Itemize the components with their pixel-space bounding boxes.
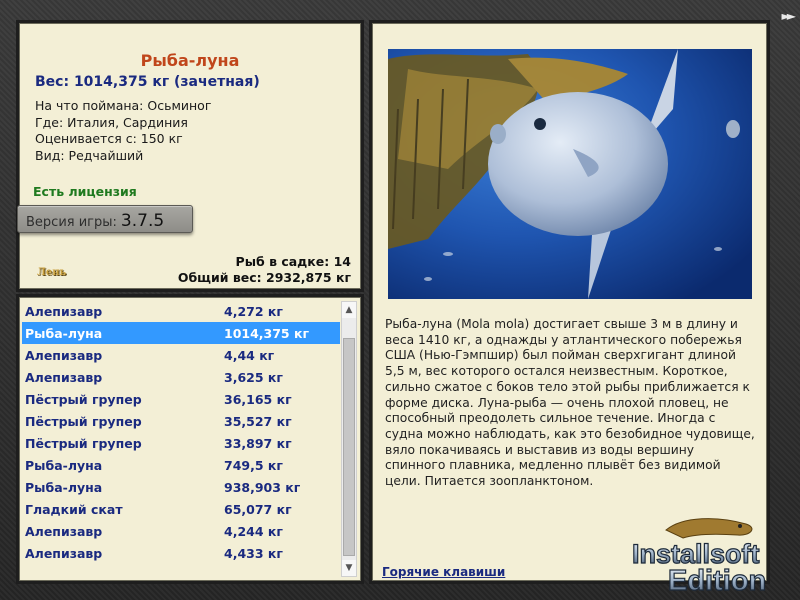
catch-list-scrollbar[interactable]: ▲ ▼ <box>341 301 357 577</box>
catch-fish-name: Алепизавр <box>25 523 103 539</box>
catch-fish-weight: 35,527 кг <box>224 413 292 429</box>
catch-list: Алепизавр 4,272 кг Рыба-луна 1014,375 кг Але… <box>22 300 340 564</box>
catch-list-row[interactable]: Алепизавр 3,625 кг <box>22 366 340 388</box>
studio-logo: Лень <box>37 267 67 278</box>
catch-fish-name: Рыба-луна <box>25 457 103 473</box>
catch-fish-name: Рыба-луна <box>25 325 103 341</box>
catch-fish-weight: 4,272 кг <box>224 303 283 319</box>
catch-fish-weight: 36,165 кг <box>224 391 292 407</box>
catch-list-row[interactable]: Пёстрый групер 35,527 кг <box>22 410 340 432</box>
catch-fish-weight: 65,077 кг <box>224 501 292 517</box>
installsoft-edition-logo: Installsoft Edition <box>628 508 798 598</box>
catch-fish-name: Алепизавр <box>25 347 103 363</box>
fish-in-cage: Рыб в садке: 14 <box>235 254 351 269</box>
catch-fish-name: Пёстрый групер <box>25 413 142 429</box>
catch-fish-weight: 4,244 кг <box>224 523 283 539</box>
fish-title: Рыба-луна <box>140 51 240 70</box>
cage-totals: Рыб в садке: 14 Общий вес: 2932,875 кг <box>178 254 351 286</box>
catch-fish-weight: 4,44 кг <box>224 347 275 363</box>
scroll-down-icon[interactable]: ▼ <box>342 560 356 576</box>
fish-details: На что поймана: Осьминог Где: Италия, Са… <box>35 98 211 164</box>
license-status: Есть лицензия <box>33 184 137 199</box>
sunfish-illustration <box>388 49 752 299</box>
catch-list-row[interactable]: Алепизавр 4,244 кг <box>22 520 340 542</box>
catch-list-panel: Алепизавр 4,272 кг Рыба-луна 1014,375 кг Але… <box>16 294 364 584</box>
catch-fish-weight: 938,903 кг <box>224 479 301 495</box>
version-label: Версия игры: <box>26 215 117 230</box>
fast-forward-icon[interactable]: ►► <box>782 9 797 23</box>
catch-fish-name: Гладкий скат <box>25 501 123 517</box>
catch-fish-name: Пёстрый групер <box>25 391 142 407</box>
hotkeys-link[interactable]: Горячие клавиши <box>382 565 505 579</box>
fish-weight: Вес: 1014,375 кг (зачетная) <box>35 74 260 90</box>
catch-list-row[interactable]: Гладкий скат 65,077 кг <box>22 498 340 520</box>
sunfish-photo <box>388 49 752 299</box>
catch-list-row[interactable]: Рыба-луна 938,903 кг <box>22 476 340 498</box>
detail-location: Где: Италия, Сардиния <box>35 114 188 130</box>
catch-list-row[interactable]: Алепизавр 4,44 кг <box>22 344 340 366</box>
catch-list-row[interactable]: Пёстрый групер 33,897 кг <box>22 432 340 454</box>
catch-fish-weight: 3,625 кг <box>224 369 283 385</box>
detail-bait: На что поймана: Осьминог <box>35 98 212 113</box>
catch-list-row[interactable]: Рыба-луна 749,5 кг <box>22 454 340 476</box>
fish-detail-panel: Рыба-луна (Mola mola) достигает свыше 3 … <box>369 20 770 584</box>
catch-fish-weight: 749,5 кг <box>224 457 283 473</box>
fish-description: Рыба-луна (Mola mola) достигает свыше 3 … <box>385 317 755 489</box>
catch-fish-weight: 4,433 кг <box>224 545 283 561</box>
catch-list-row[interactable]: Рыба-луна 1014,375 кг <box>22 322 340 344</box>
fish-info-panel: Рыба-луна Вес: 1014,375 кг (зачетная) На… <box>16 20 364 292</box>
detail-rarity: Вид: Редчайший <box>35 147 144 163</box>
catch-fish-name: Алепизавр <box>25 303 103 319</box>
scroll-thumb[interactable] <box>343 338 355 556</box>
version-number: 3.7.5 <box>120 211 165 231</box>
scroll-up-icon[interactable]: ▲ <box>342 302 356 318</box>
catch-list-row[interactable]: Пёстрый групер 36,165 кг <box>22 388 340 410</box>
installsoft-logo-graphic: Installsoft Edition <box>631 518 767 598</box>
catch-fish-name: Алепизавр <box>25 369 103 385</box>
catch-list-row[interactable]: Алепизавр 4,433 кг <box>22 542 340 564</box>
game-version-badge: Версия игры: 3.7.5 <box>17 205 193 233</box>
catch-fish-weight: 1014,375 кг <box>224 325 309 341</box>
catch-fish-name: Пёстрый групер <box>25 435 142 451</box>
catch-fish-weight: 33,897 кг <box>224 435 292 451</box>
total-weight: Общий вес: 2932,875 кг <box>177 270 351 285</box>
catch-fish-name: Рыба-луна <box>25 479 103 495</box>
catch-list-row[interactable]: Алепизавр 4,272 кг <box>22 300 340 322</box>
watermark-line2: Edition <box>668 565 766 597</box>
detail-min-weight: Оценивается с: 150 кг <box>35 131 183 146</box>
catch-fish-name: Алепизавр <box>25 545 103 561</box>
